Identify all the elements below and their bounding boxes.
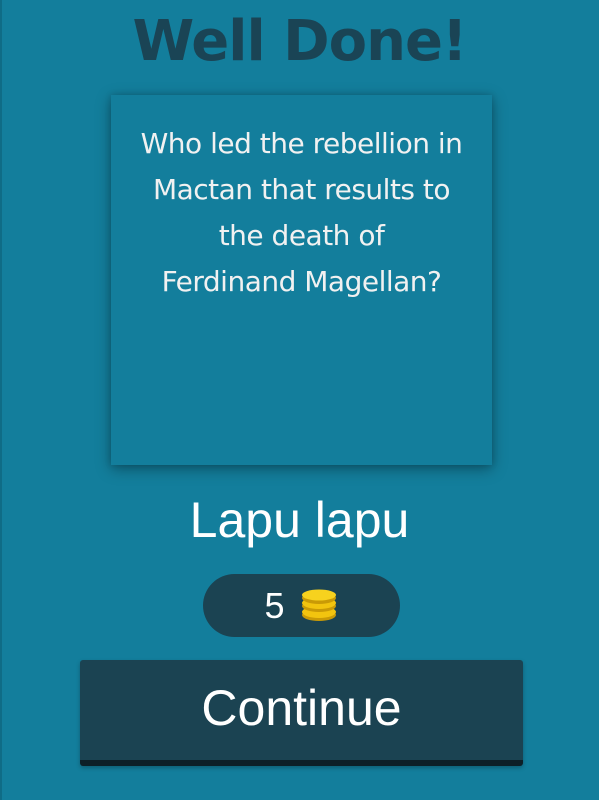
page-title: Well Done! — [132, 9, 468, 74]
continue-button[interactable]: Continue — [80, 660, 523, 766]
question-line: the death of — [218, 219, 385, 252]
question-line: Who led the rebellion in — [140, 127, 463, 160]
question-line: Mactan that results to — [152, 173, 451, 206]
question-text: Who led the rebellion in Mactan that res… — [111, 121, 492, 305]
correct-answer: Lapu lapu — [189, 492, 410, 548]
coin-count: 5 — [264, 584, 285, 626]
continue-button-label: Continue — [201, 680, 402, 736]
question-line: Ferdinand Magellan? — [161, 265, 442, 298]
coin-stack-icon — [301, 589, 336, 621]
coin-reward-badge: 5 — [203, 574, 400, 637]
question-card: Who led the rebellion in Mactan that res… — [111, 95, 492, 465]
